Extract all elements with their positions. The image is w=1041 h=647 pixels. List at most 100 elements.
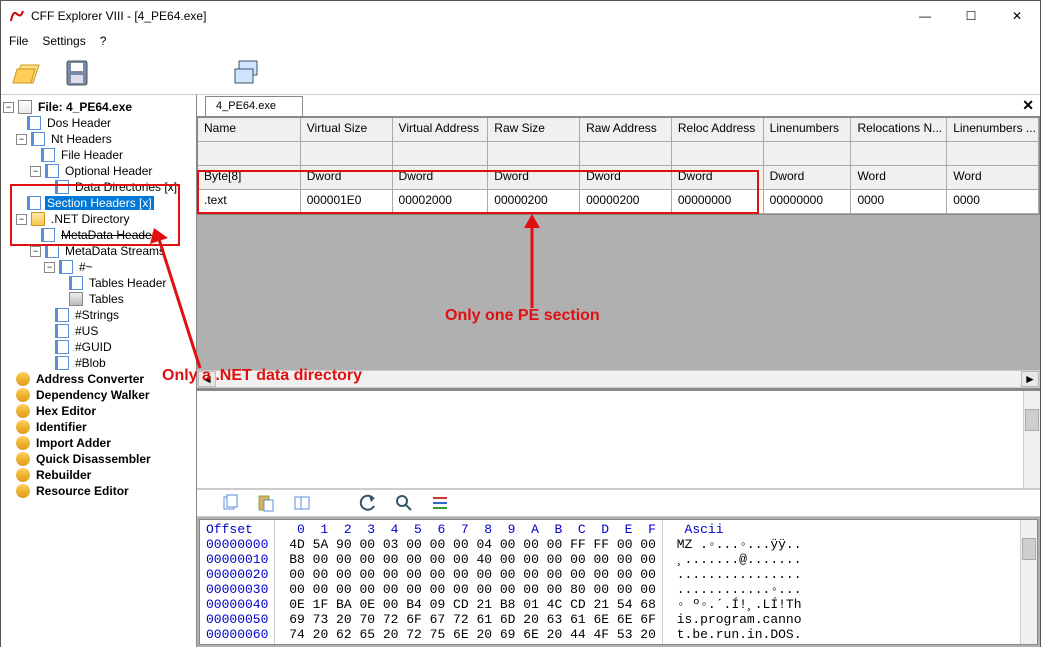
- tab-close-icon[interactable]: ✕: [1022, 97, 1034, 114]
- tree-hex-editor[interactable]: Hex Editor: [34, 404, 98, 418]
- header-icon: [41, 148, 55, 162]
- undo-icon[interactable]: [359, 494, 377, 512]
- tree-file-header[interactable]: File Header: [59, 148, 125, 162]
- grid-header-row: Name Virtual Size Virtual Address Raw Si…: [198, 118, 1039, 142]
- tree-optional-header[interactable]: Optional Header: [63, 164, 154, 178]
- close-button[interactable]: ✕: [994, 1, 1040, 31]
- tree-data-directories[interactable]: Data Directories [x]: [73, 180, 179, 194]
- tool-icon: [16, 452, 30, 466]
- header-icon: [45, 244, 59, 258]
- col-linen[interactable]: Linenumbers: [764, 118, 852, 142]
- titlebar: CFF Explorer VIII - [4_PE64.exe] — ☐ ✕: [1, 1, 1040, 31]
- section-grid[interactable]: Name Virtual Size Virtual Address Raw Si…: [197, 117, 1040, 215]
- tree-dos-header[interactable]: Dos Header: [45, 116, 113, 130]
- annotation-section: Only one PE section: [445, 307, 600, 325]
- collapse-icon[interactable]: −: [3, 102, 14, 113]
- hex-bytes-col[interactable]: 0 1 2 3 4 5 6 7 8 9 A B C D E F 4D 5A 90…: [275, 520, 662, 644]
- open-icon[interactable]: [11, 57, 43, 89]
- tool-icon: [16, 388, 30, 402]
- hex-view[interactable]: Offset 00000000 00000010 00000020 000000…: [199, 519, 1038, 645]
- paste-icon[interactable]: [257, 494, 275, 512]
- header-icon: [31, 132, 45, 146]
- tree-tables[interactable]: Tables: [87, 292, 126, 306]
- tree-view[interactable]: − File: 4_PE64.exe Dos Header − Nt Headers…: [1, 95, 197, 647]
- col-vaddr[interactable]: Virtual Address: [393, 118, 489, 142]
- search-icon[interactable]: [395, 494, 413, 512]
- collapse-icon[interactable]: −: [30, 246, 41, 257]
- hex-offset-col: Offset 00000000 00000010 00000020 000000…: [200, 520, 275, 644]
- tree-section-headers[interactable]: Section Headers [x]: [45, 196, 154, 210]
- col-rsize[interactable]: Raw Size: [488, 118, 580, 142]
- tree-identifier[interactable]: Identifier: [34, 420, 89, 434]
- hex-vscrollbar[interactable]: [1020, 520, 1037, 644]
- tree-rebuilder[interactable]: Rebuilder: [34, 468, 93, 482]
- collapse-icon[interactable]: −: [44, 262, 55, 273]
- tree-dependency-walker[interactable]: Dependency Walker: [34, 388, 152, 402]
- header-icon: [55, 356, 69, 370]
- tree-quick-disassembler[interactable]: Quick Disassembler: [34, 452, 153, 466]
- tree-tables-header[interactable]: Tables Header: [87, 276, 168, 290]
- app-icon: [9, 8, 25, 24]
- tree-address-converter[interactable]: Address Converter: [34, 372, 146, 386]
- header-icon: [55, 308, 69, 322]
- preview-vscrollbar[interactable]: [1023, 391, 1040, 488]
- tree-resource-editor[interactable]: Resource Editor: [34, 484, 131, 498]
- col-vsize[interactable]: Virtual Size: [301, 118, 393, 142]
- col-linen2[interactable]: Linenumbers ...: [947, 118, 1039, 142]
- section-grid-wrap: Name Virtual Size Virtual Address Raw Si…: [197, 117, 1040, 388]
- scroll-left-icon[interactable]: ◄: [198, 371, 216, 387]
- hex-ascii-col[interactable]: Ascii MZ .◦...◦...ÿÿ.. ¸.......@....... …: [663, 520, 808, 644]
- windows-icon[interactable]: [231, 57, 263, 89]
- tool-icon: [16, 436, 30, 450]
- header-icon: [69, 276, 83, 290]
- grid-type-row: Byte[8] Dword Dword Dword Dword Dword Dw…: [198, 166, 1039, 190]
- menubar: File Settings ?: [1, 31, 1040, 51]
- save-icon[interactable]: [61, 57, 93, 89]
- tree-guid[interactable]: #GUID: [73, 340, 114, 354]
- clipboard-icon[interactable]: [293, 494, 311, 512]
- scroll-right-icon[interactable]: ►: [1021, 371, 1039, 387]
- tables-icon: [69, 292, 83, 306]
- grid-hscrollbar[interactable]: ◄ ►: [197, 370, 1040, 388]
- grid-blank-row: [198, 142, 1039, 166]
- header-icon: [59, 260, 73, 274]
- menu-settings[interactable]: Settings: [42, 34, 85, 48]
- tree-metadata-header[interactable]: MetaData Header: [59, 228, 158, 242]
- col-relocn[interactable]: Relocations N...: [851, 118, 947, 142]
- collapse-icon[interactable]: −: [30, 166, 41, 177]
- collapse-icon[interactable]: −: [16, 134, 27, 145]
- tool-icon: [16, 484, 30, 498]
- maximize-button[interactable]: ☐: [948, 1, 994, 31]
- tree-net-directory[interactable]: .NET Directory: [49, 212, 131, 226]
- copy-icon[interactable]: [221, 494, 239, 512]
- list-icon[interactable]: [431, 494, 449, 512]
- collapse-icon[interactable]: −: [16, 214, 27, 225]
- tree-import-adder[interactable]: Import Adder: [34, 436, 113, 450]
- tree-root[interactable]: File: 4_PE64.exe: [36, 100, 134, 114]
- minimize-button[interactable]: —: [902, 1, 948, 31]
- menu-file[interactable]: File: [9, 34, 28, 48]
- tab-bar: 4_PE64.exe ✕: [197, 95, 1040, 117]
- tree-strings[interactable]: #Strings: [73, 308, 121, 322]
- tree-nt-headers[interactable]: Nt Headers: [49, 132, 114, 146]
- tool-icon: [16, 420, 30, 434]
- header-icon: [55, 340, 69, 354]
- tree-metadata-streams[interactable]: MetaData Streams: [63, 244, 167, 258]
- window-title: CFF Explorer VIII - [4_PE64.exe]: [31, 9, 902, 23]
- col-name[interactable]: Name: [198, 118, 301, 142]
- grid-data-row[interactable]: .text 000001E0 00002000 00000200 0000020…: [198, 190, 1039, 214]
- tree-blob[interactable]: #Blob: [73, 356, 108, 370]
- tree-htilde[interactable]: #~: [77, 260, 95, 274]
- menu-help[interactable]: ?: [100, 34, 107, 48]
- col-reloc[interactable]: Reloc Address: [672, 118, 764, 142]
- tool-icon: [16, 468, 30, 482]
- hex-pane: Offset 00000000 00000010 00000020 000000…: [197, 388, 1040, 647]
- header-icon: [55, 180, 69, 194]
- annotation-arrow-up: [517, 214, 547, 308]
- tool-icon: [16, 404, 30, 418]
- hex-toolbar: [197, 489, 1040, 517]
- tab-file[interactable]: 4_PE64.exe: [205, 96, 303, 116]
- col-raddr[interactable]: Raw Address: [580, 118, 672, 142]
- tree-us[interactable]: #US: [73, 324, 100, 338]
- header-icon: [55, 324, 69, 338]
